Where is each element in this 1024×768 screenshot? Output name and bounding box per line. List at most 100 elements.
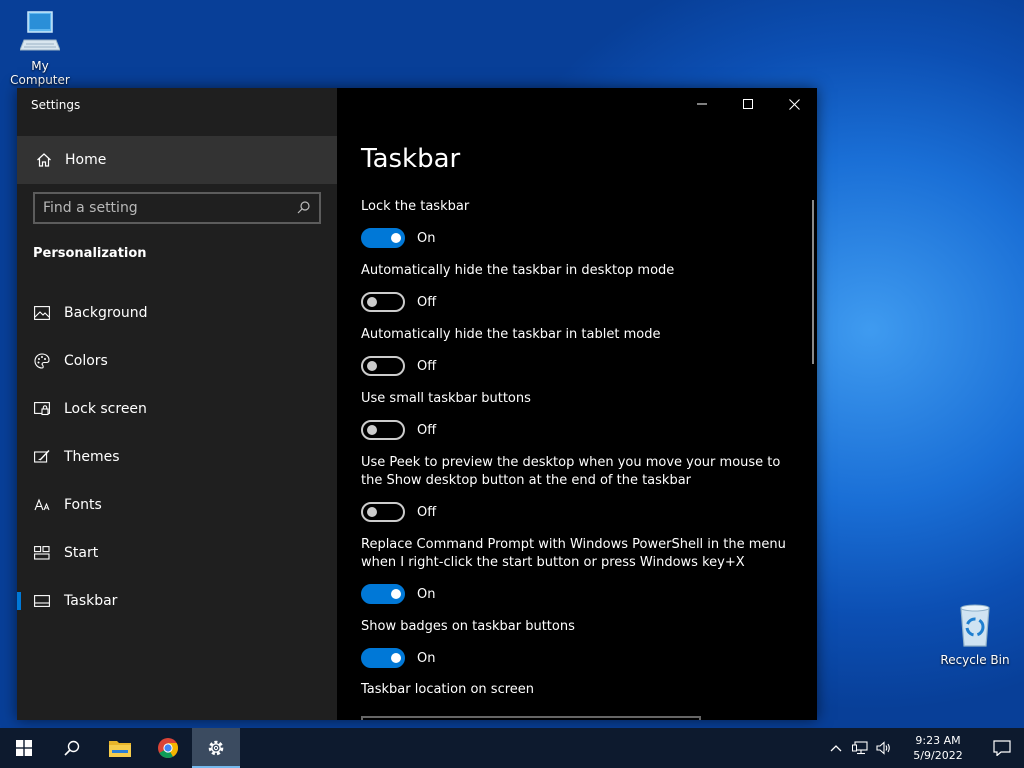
taskbar-location-dropdown[interactable]	[361, 716, 701, 720]
recycle-bin-desktop-icon[interactable]: Recycle Bin	[935, 602, 1015, 667]
action-center-button[interactable]	[980, 728, 1024, 768]
close-button[interactable]	[771, 88, 817, 120]
peek-toggle[interactable]	[361, 502, 405, 522]
chevron-up-icon	[830, 745, 842, 752]
computer-icon	[19, 11, 61, 51]
my-computer-desktop-icon[interactable]: My Computer	[0, 8, 80, 87]
toggle-state: Off	[417, 422, 437, 438]
toggle-knob	[391, 589, 401, 599]
gear-icon	[208, 740, 224, 756]
sidebar-item-lock-screen[interactable]: Lock screen	[17, 385, 337, 433]
small-buttons-toggle[interactable]	[361, 420, 405, 440]
settings-app-button[interactable]	[192, 728, 240, 768]
setting-small-buttons: Use small taskbar buttons Off	[361, 390, 801, 440]
taskbar-icon	[33, 595, 51, 607]
folder-icon	[109, 741, 131, 757]
window-controls	[679, 88, 817, 120]
toggle-knob	[391, 653, 401, 663]
badges-toggle[interactable]	[361, 648, 405, 668]
notification-icon	[993, 740, 1011, 756]
palette-icon	[33, 353, 51, 369]
maximize-icon	[743, 99, 753, 109]
section-heading: Personalization	[33, 246, 147, 261]
sidebar-item-label: Colors	[64, 353, 108, 369]
windows-logo-icon	[16, 740, 32, 756]
toggle-row: Off	[361, 420, 801, 440]
setting-powershell: Replace Command Prompt with Windows Powe…	[361, 536, 801, 604]
sidebar-item-label: Fonts	[64, 497, 102, 513]
fonts-icon	[33, 498, 51, 512]
toggle-row: Off	[361, 292, 801, 312]
settings-window: Settings Home Personalization Background	[17, 88, 817, 720]
autohide-desktop-toggle[interactable]	[361, 292, 405, 312]
clock-time: 9:23 AM	[915, 734, 961, 747]
sidebar-item-start[interactable]: Start	[17, 529, 337, 577]
setting-autohide-desktop: Automatically hide the taskbar in deskto…	[361, 262, 801, 312]
start-icon	[33, 546, 51, 560]
network-icon	[852, 741, 868, 755]
toggle-knob	[367, 297, 377, 307]
sidebar-item-background[interactable]: Background	[17, 289, 337, 337]
maximize-button[interactable]	[725, 88, 771, 120]
sidebar-item-colors[interactable]: Colors	[17, 337, 337, 385]
sidebar-home[interactable]: Home	[17, 136, 337, 184]
toggle-state: Off	[417, 358, 437, 374]
powershell-toggle[interactable]	[361, 584, 405, 604]
sidebar-item-label: Background	[64, 305, 148, 321]
setting-peek: Use Peek to preview the desktop when you…	[361, 454, 801, 522]
volume-button[interactable]	[872, 728, 896, 768]
image-icon	[33, 306, 51, 320]
autohide-tablet-toggle[interactable]	[361, 356, 405, 376]
chrome-button[interactable]	[144, 728, 192, 768]
setting-badges: Show badges on taskbar buttons On	[361, 618, 801, 668]
settings-sidebar: Settings Home Personalization Background	[17, 88, 337, 720]
recycle-bin-label: Recycle Bin	[940, 653, 1010, 667]
recycle-bin-icon	[960, 604, 990, 647]
sidebar-item-label: Start	[64, 545, 99, 561]
setting-label: Lock the taskbar	[361, 199, 470, 214]
toggle-row: On	[361, 648, 801, 668]
search-input[interactable]	[43, 200, 297, 216]
my-computer-label: My Computer	[10, 59, 70, 87]
setting-autohide-tablet: Automatically hide the taskbar in tablet…	[361, 326, 801, 376]
setting-label: Use Peek to preview the desktop when you…	[361, 455, 781, 488]
toggle-knob	[367, 507, 377, 517]
show-hidden-icons-button[interactable]	[824, 728, 848, 768]
file-explorer-button[interactable]	[96, 728, 144, 768]
window-title: Settings	[31, 98, 81, 112]
minimize-button[interactable]	[679, 88, 725, 120]
toggle-state: Off	[417, 504, 437, 520]
clock-date: 5/9/2022	[913, 749, 963, 762]
toggle-knob	[391, 233, 401, 243]
setting-lock-taskbar: Lock the taskbar On	[361, 198, 801, 248]
toggle-knob	[367, 361, 377, 371]
setting-label: Automatically hide the taskbar in deskto…	[361, 263, 675, 278]
setting-label: Show badges on taskbar buttons	[361, 619, 575, 634]
sidebar-item-fonts[interactable]: Fonts	[17, 481, 337, 529]
toggle-state: On	[417, 230, 436, 246]
lock-screen-icon	[33, 402, 51, 416]
toggle-state: Off	[417, 294, 437, 310]
home-label: Home	[65, 152, 107, 168]
page-title: Taskbar	[361, 144, 461, 174]
network-button[interactable]	[848, 728, 872, 768]
search-icon[interactable]	[297, 199, 311, 218]
speaker-icon	[876, 741, 890, 755]
clock[interactable]: 9:23 AM 5/9/2022	[902, 733, 974, 763]
toggle-state: On	[417, 586, 436, 602]
taskbar-location-label: Taskbar location on screen	[361, 682, 535, 697]
setting-label: Use small taskbar buttons	[361, 391, 531, 406]
toggle-knob	[367, 425, 377, 435]
taskbar-settings-list: Lock the taskbar On Automatically hide t…	[361, 198, 801, 697]
sidebar-item-themes[interactable]: Themes	[17, 433, 337, 481]
settings-content: Taskbar Lock the taskbar On Automaticall…	[337, 88, 817, 720]
lock-taskbar-toggle[interactable]	[361, 228, 405, 248]
search-button[interactable]	[48, 728, 96, 768]
close-icon	[788, 98, 800, 110]
toggle-state: On	[417, 650, 436, 666]
themes-icon	[33, 449, 51, 465]
start-button[interactable]	[0, 728, 48, 768]
scrollbar[interactable]	[812, 200, 814, 364]
sidebar-item-taskbar[interactable]: Taskbar	[17, 577, 337, 625]
toggle-row: On	[361, 228, 801, 248]
